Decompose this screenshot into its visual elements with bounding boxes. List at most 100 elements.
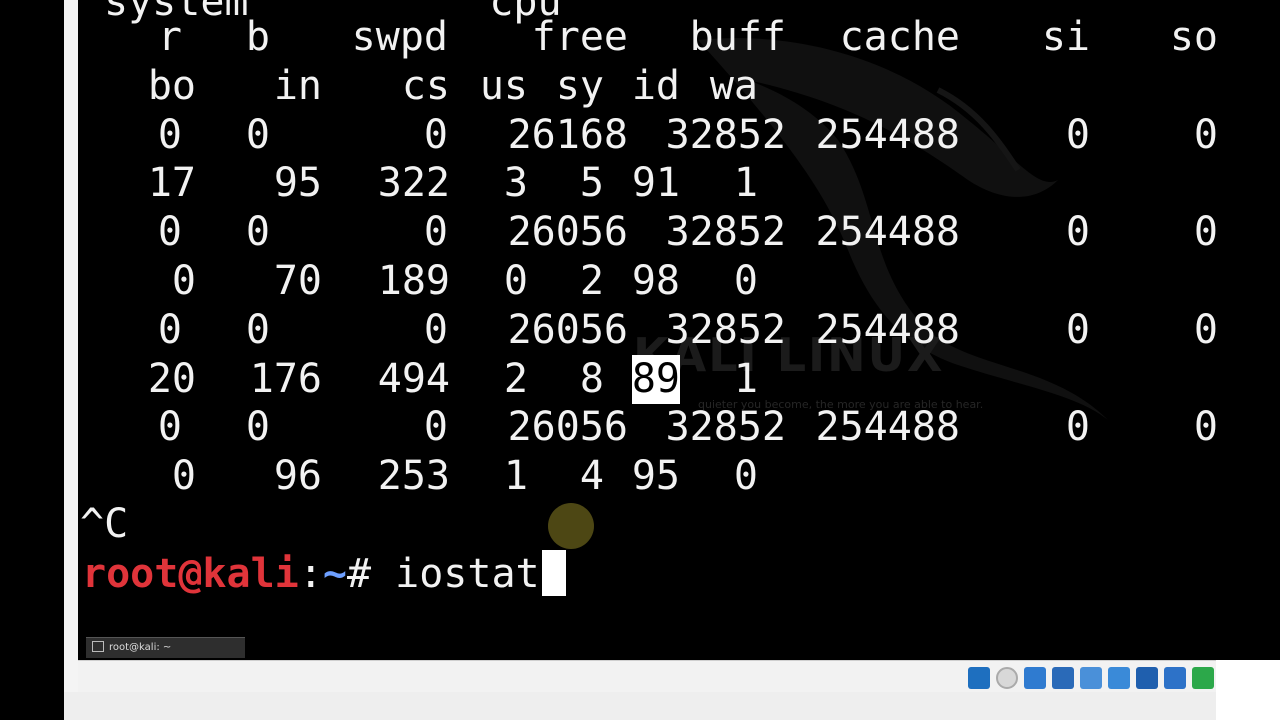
terminal-cell: 26168 [507,111,628,158]
terminal-line: r b swpd free buff cache si so [78,13,1216,62]
terminal-cell: 1 [503,453,528,500]
terminal-cell: 26056 [507,306,628,353]
help-icon[interactable] [968,667,990,689]
terminal-window[interactable]: KALI LINUX quieter you become, the more … [78,0,1216,660]
terminal-cell: 32852 [665,404,786,451]
terminal-cell: 494 [377,355,450,402]
command-input[interactable]: iostat [395,551,540,597]
terminal-line: bo in cs us sy id wa [78,62,1216,111]
terminal-cell: 0 [1193,209,1216,256]
terminal-cell: r [157,14,182,60]
prompt-symbol: # [346,551,396,597]
terminal-cell: free [531,14,628,60]
terminal-cell: 0 [171,258,196,304]
terminal-cell: 26056 [507,404,628,451]
usb-icon[interactable] [1024,667,1046,689]
prompt-user: root@kali [82,551,299,597]
shell-prompt-line[interactable]: root@kali:~# iostat [82,549,566,599]
terminal-cell: 254488 [815,111,961,158]
terminal-line: 0 0 0 26056 32852 254488 0 0 [78,306,1216,355]
terminal-cell: 4 [579,453,604,500]
terminal-cell: 0 [423,111,448,158]
terminal-cell: 0 [503,258,528,304]
terminal-cell: 0 [245,306,270,353]
vm-statusbar [78,660,1216,693]
vm-window-bottom [78,692,1216,720]
terminal-cell: 0 [1193,404,1216,451]
shared-folder-icon[interactable] [1108,667,1130,689]
terminal-cell: 32852 [665,209,786,256]
terminal-cell: 254488 [815,404,961,451]
terminal-cell: 91 [631,160,680,207]
terminal-cell: 32852 [665,306,786,353]
terminal-cell: in [273,62,322,109]
desktop-right-edge [1216,0,1280,720]
terminal-line: 17 95 322 3 5 91 1 [78,159,1216,208]
recording-icon[interactable] [1192,667,1214,689]
terminal-cell: 0 [245,111,270,158]
terminal-cell: 0 [245,209,270,256]
terminal-cell: 254488 [815,306,961,353]
terminal-cell: 0 [733,453,758,500]
prompt-path: ~ [322,551,347,597]
terminal-cell: 70 [273,258,322,304]
terminal-cell: 0 [1193,306,1216,353]
mouse-click-indicator [548,503,594,549]
terminal-cell: cs [401,62,450,109]
terminal-cell: 322 [377,160,450,207]
terminal-cell: 1 [733,160,758,207]
terminal-cell: 2 [503,355,528,402]
terminal-icon [92,640,104,652]
interrupt-text: ^C [80,501,129,547]
terminal-cell: 0 [1193,111,1216,158]
text-cursor [541,550,566,596]
terminal-cell: 96 [273,453,322,500]
terminal-cell: 0 [1065,306,1090,353]
terminal-cell: 254488 [815,209,961,256]
terminal-cell: 32852 [665,111,786,158]
terminal-cell: so [1169,14,1216,60]
terminal-cell: us [479,62,528,109]
terminal-cell: 95 [273,160,322,207]
terminal-cell: 189 [377,258,450,304]
optical-drive-icon[interactable] [996,667,1018,689]
terminal-cell: wa [709,62,758,109]
terminal-cell: 20 [147,355,196,402]
terminal-cell: 0 [1065,404,1090,451]
terminal-cell: 0 [423,404,448,451]
terminal-cell: 0 [157,306,182,353]
terminal-cell: 2 [579,258,604,304]
terminal-cell: 98 [631,258,680,304]
terminal-cell: 0 [157,209,182,256]
terminal-line: 0 0 0 26056 32852 254488 0 0 [78,208,1216,257]
network-icon[interactable] [1052,667,1074,689]
terminal-cell: 17 [147,160,196,207]
vm-window-border [64,0,78,692]
terminal-cell: swpd [351,14,448,60]
terminal-line: 20 176 494 2 8 89 1 [78,354,1216,404]
terminal-cell: 8 [579,355,604,402]
terminal-cell: 26056 [507,209,628,256]
terminal-cell: 0 [1065,209,1090,256]
terminal-cell: 0 [171,453,196,500]
display-icon[interactable] [1136,667,1158,689]
terminal-cell: 0 [157,404,182,451]
terminal-cell: 0 [733,258,758,304]
terminal-cell: 1 [733,355,758,402]
terminal-cell: id [631,62,680,109]
terminal-line: 0 96 253 1 4 95 0 [78,452,1216,501]
terminal-cell: si [1041,14,1090,60]
terminal-cell: bo [147,62,196,109]
terminal-cell: 0 [423,209,448,256]
terminal-cell: b [245,14,270,60]
terminal-cell: sy [555,62,604,109]
terminal-cell: 0 [1065,111,1090,158]
prompt-separator: : [298,551,323,597]
pen-icon[interactable] [1080,667,1102,689]
terminal-cell: 5 [579,160,604,207]
snapshot-icon[interactable] [1164,667,1186,689]
taskbar-terminal-button[interactable]: root@kali: ~ [86,637,245,658]
terminal-cell: 89 [631,354,680,404]
terminal-line: 0 0 0 26056 32852 254488 0 0 [78,403,1216,452]
terminal-cell: buff [689,14,786,60]
